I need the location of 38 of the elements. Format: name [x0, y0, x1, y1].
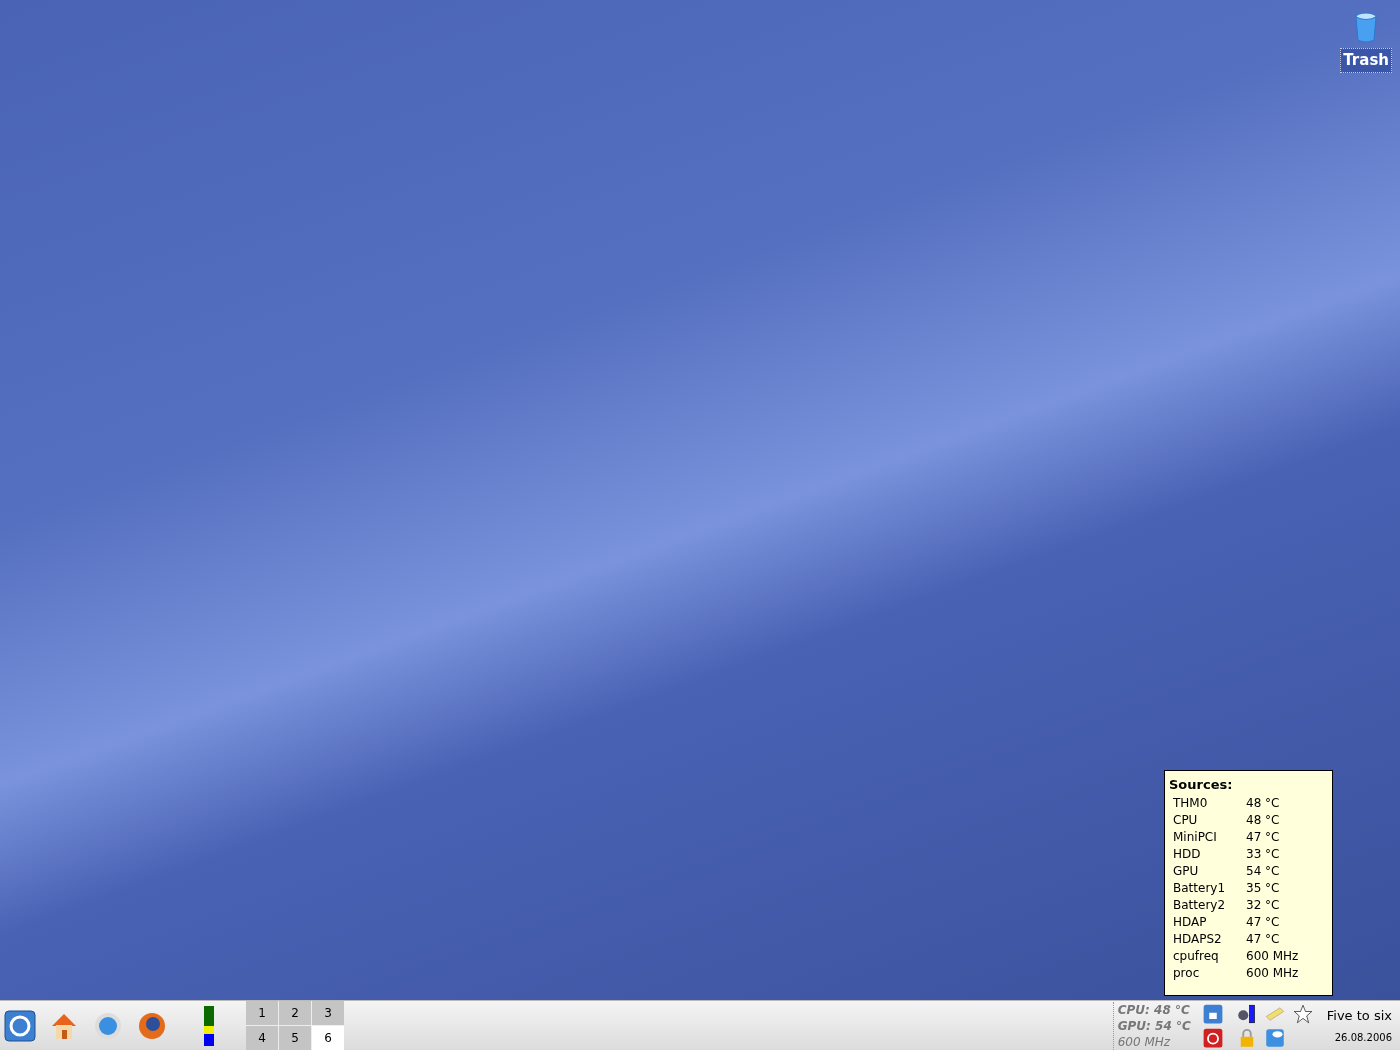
sensor-name: HDD [1173, 845, 1202, 863]
desktop-pager-button[interactable]: 3 [312, 1001, 344, 1025]
desktop-pager-button[interactable]: 1 [246, 1001, 278, 1025]
sensor-value: 600 MHz [1246, 947, 1299, 965]
tooltip-title: Sources: [1169, 776, 1234, 794]
sensor-name: HDAP [1173, 913, 1208, 931]
sensor-value: 47 °C [1246, 828, 1280, 846]
power-icon[interactable] [1202, 1027, 1223, 1048]
sensor-value: 47 °C [1246, 913, 1280, 931]
trash-bin-icon[interactable] [1354, 12, 1379, 44]
clock-date: 26.08.2006 [1334, 1030, 1392, 1045]
sensor-name: MiniPCI [1173, 828, 1218, 846]
sensor-value: 47 °C [1246, 930, 1280, 948]
sensor-name: THM0 [1173, 794, 1209, 812]
sensor-name: GPU [1173, 862, 1200, 880]
sensor-reading: 600 MHz [1117, 1033, 1172, 1050]
sensor-value: 600 MHz [1246, 964, 1299, 982]
sensor-name: CPU [1173, 811, 1199, 829]
desktop-pager-button[interactable]: 4 [246, 1026, 278, 1050]
sensor-value: 35 °C [1246, 879, 1280, 897]
sensor-name: HDAPS2 [1173, 930, 1223, 948]
sensor-value: 33 °C [1246, 845, 1280, 863]
sensor-value: 48 °C [1246, 811, 1280, 829]
sensor-name: proc [1173, 964, 1201, 982]
desktop-icon-label[interactable]: Trash [1340, 48, 1392, 73]
desktop-pager-button[interactable]: 6 [312, 1026, 344, 1050]
sensor-reading: CPU: 48 °C [1117, 1001, 1191, 1018]
desktop-pager-button[interactable]: 5 [279, 1026, 311, 1050]
load-meter-icon [204, 1005, 214, 1046]
desktop-pager-button[interactable]: 2 [279, 1001, 311, 1025]
clock-time[interactable]: Five to six [1326, 1006, 1392, 1026]
sensor-name: Battery1 [1173, 879, 1227, 897]
sensor-name: Battery2 [1173, 896, 1227, 914]
sensor-name: cpufreq [1173, 947, 1220, 965]
sensor-value: 32 °C [1246, 896, 1280, 914]
sensor-value: 54 °C [1246, 862, 1280, 880]
sensor-reading: GPU: 54 °C [1117, 1017, 1191, 1034]
sensor-value: 48 °C [1246, 794, 1280, 812]
